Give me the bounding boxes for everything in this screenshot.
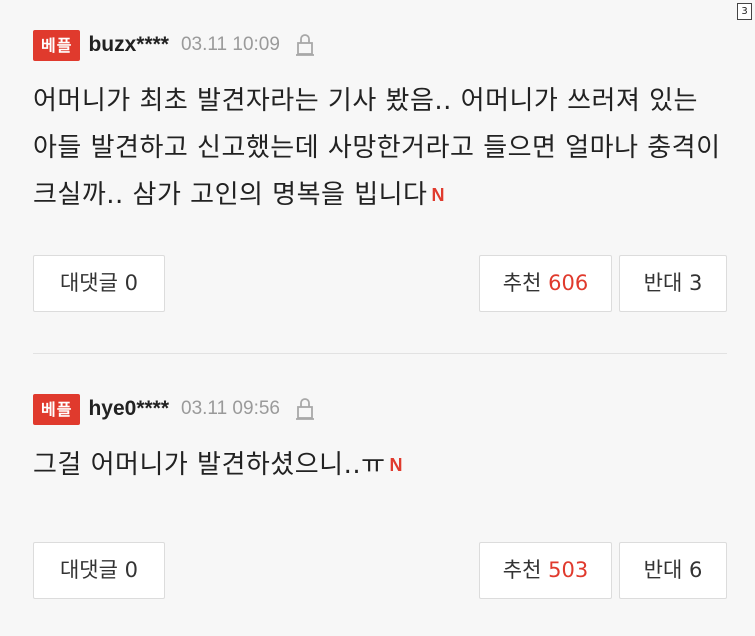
comment-list: 3 베플 buzx**** 03.11 10:09 어머니가 최초 발견자라는 …	[0, 0, 755, 636]
username[interactable]: buzx****	[88, 33, 169, 57]
reply-button[interactable]: 대댓글 0	[33, 542, 165, 599]
comment-text: 그걸 어머니가 발견하셨으니..ㅠ	[33, 450, 386, 480]
reply-label: 대댓글	[59, 271, 118, 295]
comment-item: 베플 buzx**** 03.11 10:09 어머니가 최초 발견자라는 기사…	[33, 28, 727, 312]
new-icon: N	[389, 455, 404, 475]
page-number-badge: 3	[737, 3, 752, 20]
comment-text: 어머니가 최초 발견자라는 기사 봤음.. 어머니가 쓰러져 있는 아들 발견하…	[33, 86, 721, 210]
best-comment-badge: 베플	[33, 393, 81, 425]
dislike-label: 반대	[643, 558, 683, 582]
like-button[interactable]: 추천 606	[479, 255, 612, 312]
lock-icon[interactable]	[294, 397, 316, 421]
comment-meta: 베플 buzx**** 03.11 10:09	[33, 28, 727, 62]
comment-meta: 베플 hye0**** 03.11 09:56	[33, 392, 727, 426]
comment-divider	[33, 353, 727, 354]
like-count: 503	[548, 558, 589, 582]
timestamp: 03.11 09:56	[181, 398, 280, 419]
dislike-count: 6	[688, 558, 703, 582]
reply-count: 0	[124, 558, 139, 582]
reply-label: 대댓글	[59, 558, 118, 582]
reply-count: 0	[124, 271, 139, 295]
comment-body: 어머니가 최초 발견자라는 기사 봤음.. 어머니가 쓰러져 있는 아들 발견하…	[33, 78, 733, 219]
new-icon: N	[431, 185, 445, 205]
dislike-button[interactable]: 반대 3	[619, 255, 727, 312]
dislike-label: 반대	[643, 271, 683, 295]
like-count: 606	[548, 271, 589, 295]
like-label: 추천	[502, 271, 542, 295]
username[interactable]: hye0****	[88, 397, 169, 421]
like-button[interactable]: 추천 503	[479, 542, 612, 599]
best-comment-badge: 베플	[33, 29, 81, 61]
dislike-count: 3	[688, 271, 703, 295]
lock-icon[interactable]	[294, 33, 316, 57]
timestamp: 03.11 10:09	[180, 34, 280, 55]
comment-item: 베플 hye0**** 03.11 09:56 그걸 어머니가 발견하셨으니..…	[33, 392, 727, 599]
reply-button[interactable]: 대댓글 0	[33, 255, 165, 312]
dislike-button[interactable]: 반대 6	[619, 542, 727, 599]
like-label: 추천	[502, 558, 542, 582]
comment-body: 그걸 어머니가 발견하셨으니..ㅠ N	[33, 442, 733, 489]
